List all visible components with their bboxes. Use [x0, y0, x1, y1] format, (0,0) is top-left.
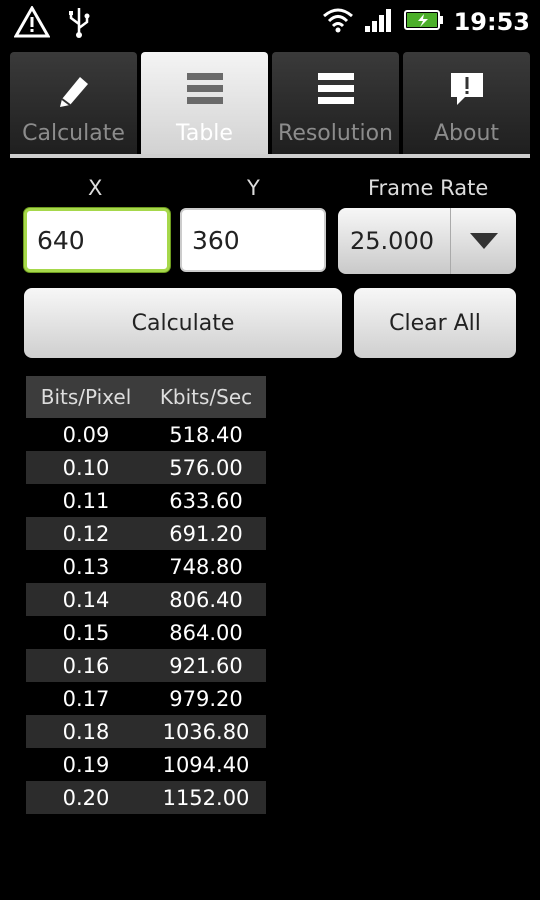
- table-cell: 0.11: [62, 488, 110, 513]
- y-input[interactable]: 360: [180, 208, 326, 272]
- table-cell: 0.20: [62, 785, 110, 810]
- y-input-value: 360: [192, 225, 240, 255]
- table-cell: 0.18: [62, 719, 110, 744]
- table-cell: 1152.00: [162, 785, 250, 810]
- table-cell: 0.19: [62, 752, 110, 777]
- tab-resolution[interactable]: Resolution: [272, 52, 399, 154]
- clear-all-button[interactable]: Clear All: [354, 288, 516, 358]
- warning-icon: [13, 4, 51, 42]
- table-cell: 691.20: [169, 521, 243, 546]
- table-cell: 806.40: [169, 587, 243, 612]
- table-cell: 0.10: [62, 455, 110, 480]
- table-cell: 921.60: [169, 653, 243, 678]
- tab-label: Resolution: [278, 121, 393, 146]
- table-cell: 0.13: [62, 554, 110, 579]
- table-row: 0.18 1036.80: [26, 715, 266, 748]
- table-row: 0.11 633.60: [26, 484, 266, 517]
- pencil-icon: [54, 67, 94, 111]
- tab-label: Table: [176, 121, 233, 146]
- table-header: Bits/Pixel Kbits/Sec: [26, 376, 266, 418]
- table-row: 0.09 518.40: [26, 418, 266, 451]
- x-label: X: [88, 176, 103, 200]
- calculate-button[interactable]: Calculate: [24, 288, 342, 358]
- speech-bubble-icon: [447, 67, 487, 111]
- column-header-bits-per-pixel: Bits/Pixel: [40, 385, 132, 409]
- table-row: 0.19 1094.40: [26, 748, 266, 781]
- y-label: Y: [247, 176, 260, 200]
- table-cell: 979.20: [169, 686, 243, 711]
- list-icon: [316, 67, 356, 111]
- frame-rate-label: Frame Rate: [368, 176, 489, 200]
- table-cell: 1036.80: [162, 719, 250, 744]
- usb-icon: [66, 6, 92, 42]
- table-cell: 0.17: [62, 686, 110, 711]
- table-cell: 633.60: [169, 488, 243, 513]
- x-input-value: 640: [37, 225, 85, 255]
- column-header-kbits-per-sec: Kbits/Sec: [159, 385, 253, 409]
- table-cell: 0.09: [62, 422, 110, 447]
- table-row: 0.16 921.60: [26, 649, 266, 682]
- tab-bar: Calculate Table Resolution About: [10, 52, 530, 156]
- table-row: 0.17 979.20: [26, 682, 266, 715]
- table-row: 0.10 576.00: [26, 451, 266, 484]
- table-cell: 748.80: [169, 554, 243, 579]
- results-table: Bits/Pixel Kbits/Sec 0.09 518.40 0.10 576.…: [26, 376, 266, 814]
- tab-label: Calculate: [22, 121, 125, 146]
- table-cell: 1094.40: [162, 752, 250, 777]
- clock: 19:53: [453, 8, 530, 36]
- table-cell: 0.16: [62, 653, 110, 678]
- battery-icon: [403, 7, 444, 37]
- tab-label: About: [433, 121, 500, 146]
- tab-calculate[interactable]: Calculate: [10, 52, 137, 154]
- status-bar: 19:53: [0, 0, 540, 44]
- wifi-icon: [322, 6, 354, 38]
- table-cell: 0.14: [62, 587, 110, 612]
- frame-rate-value: 25.000: [350, 227, 434, 255]
- list-icon: [185, 67, 225, 111]
- table-cell: 0.15: [62, 620, 110, 645]
- table-cell: 576.00: [169, 455, 243, 480]
- table-cell: 0.12: [62, 521, 110, 546]
- tab-about[interactable]: About: [403, 52, 530, 154]
- tab-table[interactable]: Table: [141, 52, 268, 154]
- table-row: 0.13 748.80: [26, 550, 266, 583]
- signal-icon: [364, 6, 394, 38]
- table-cell: 864.00: [169, 620, 243, 645]
- table-row: 0.15 864.00: [26, 616, 266, 649]
- x-input[interactable]: 640: [24, 208, 170, 272]
- table-row: 0.14 806.40: [26, 583, 266, 616]
- dropdown-arrow-icon[interactable]: [450, 208, 516, 274]
- table-row: 0.20 1152.00: [26, 781, 266, 814]
- table-body: 0.09 518.40 0.10 576.00 0.11 633.60 0.12 691…: [26, 418, 266, 814]
- frame-rate-spinner[interactable]: 25.000: [338, 208, 516, 274]
- tab-divider: [10, 154, 530, 158]
- table-row: 0.12 691.20: [26, 517, 266, 550]
- table-cell: 518.40: [169, 422, 243, 447]
